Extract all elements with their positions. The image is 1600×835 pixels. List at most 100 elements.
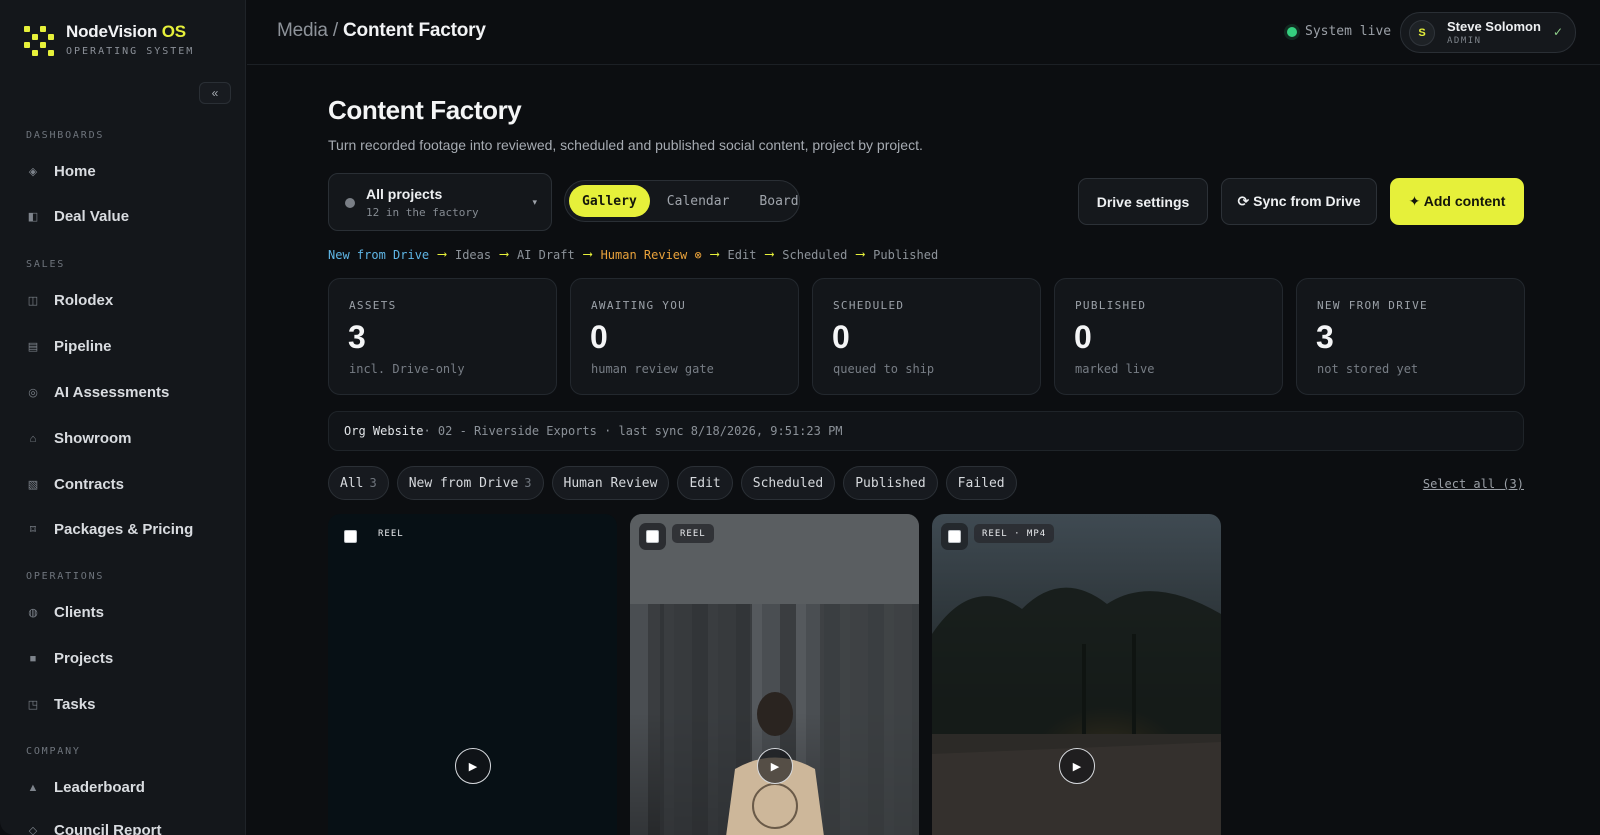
sidebar-item-council-report[interactable]: ◇ Council Report	[26, 822, 162, 835]
filter-chip-failed[interactable]: Failed	[945, 466, 1017, 500]
sidebar-item-deal-value[interactable]: ◧ Deal Value	[26, 208, 129, 225]
pipeline-flow: New from Drive ⟶ Ideas ⟶ AI Draft ⟶ Human R…	[328, 247, 938, 262]
arrow-right-icon: ⟶	[710, 247, 719, 262]
sidebar-item-clients[interactable]: ◍ Clients	[26, 604, 104, 621]
sidebar-item-pipeline[interactable]: ▤ Pipeline	[26, 338, 112, 355]
sidebar-item-label: Home	[54, 163, 96, 180]
sidebar-item-packages-pricing[interactable]: ⌑ Packages & Pricing	[26, 521, 193, 538]
stat-note: not stored yet	[1317, 362, 1419, 376]
chip-label: Published	[855, 475, 926, 491]
stat-note: human review gate	[591, 362, 714, 376]
task-square-icon: ◳	[27, 699, 39, 711]
stat-card-published: PUBLISHED 0 marked live	[1054, 278, 1283, 395]
arrow-right-icon: ⟶	[500, 247, 508, 262]
diamond-icon: ◈	[28, 166, 38, 178]
chip-count: 3	[524, 476, 532, 490]
sidebar-item-showroom[interactable]: ⌂ Showroom	[26, 430, 132, 447]
brand[interactable]: NodeVision OS OPERATING SYSTEM	[24, 22, 194, 58]
user-name: Steve Solomon	[1447, 19, 1541, 34]
sidebar-item-home[interactable]: ◈ Home	[26, 163, 96, 180]
pipeline-stage: Scheduled	[782, 247, 848, 262]
sidebar-item-contracts[interactable]: ▧ Contracts	[26, 476, 124, 493]
select-all-link[interactable]: Select all (3)	[1423, 477, 1524, 491]
stat-value: 0	[1074, 319, 1092, 355]
half-square-icon: ◧	[27, 211, 39, 223]
play-icon[interactable]: ▶	[455, 748, 491, 784]
pipeline-stage: Human Review ⊗	[600, 247, 702, 262]
stat-card-new-from-drive: NEW FROM DRIVE 3 not stored yet	[1296, 278, 1525, 395]
arrow-right-icon: ⟶	[856, 247, 865, 262]
stat-label: ASSETS	[349, 299, 397, 312]
sync-status-bar: Org Website · 02 - Riverside Exports · l…	[328, 411, 1524, 451]
page-subtitle: Turn recorded footage into reviewed, sch…	[328, 137, 923, 153]
sidebar-item-label: Packages & Pricing	[54, 521, 194, 538]
sync-from-drive-button[interactable]: ⟳ Sync from Drive	[1221, 178, 1377, 225]
sidebar-item-label: Leaderboard	[54, 779, 145, 796]
system-status-label: System live	[1305, 24, 1392, 39]
stat-note: marked live	[1075, 362, 1155, 376]
filter-chip-scheduled[interactable]: Scheduled	[740, 466, 836, 500]
tab-calendar[interactable]: Calendar	[654, 185, 743, 217]
view-toggle: Gallery Calendar Board	[564, 180, 800, 222]
filter-chip-published[interactable]: Published	[843, 466, 938, 500]
sidebar-item-ai-assessments[interactable]: ◎ AI Assessments	[26, 384, 169, 401]
play-icon[interactable]: ▶	[757, 748, 793, 784]
user-menu[interactable]: S Steve Solomon ADMIN ✓	[1400, 12, 1576, 53]
checkbox-icon	[948, 530, 961, 543]
chip-label: New from Drive	[408, 475, 519, 491]
stat-value: 3	[1316, 319, 1334, 355]
breadcrumb-parent[interactable]: Media /	[277, 20, 338, 41]
card-checkbox[interactable]	[941, 523, 968, 550]
add-content-button[interactable]: ✦ Add content	[1390, 178, 1524, 225]
tab-gallery[interactable]: Gallery	[569, 185, 650, 217]
pipeline-stage: New from Drive	[328, 247, 430, 262]
sidebar-item-label: AI Assessments	[54, 384, 170, 401]
card-type-tag: REEL	[378, 528, 404, 539]
drive-settings-button[interactable]: Drive settings	[1078, 178, 1208, 225]
pipeline-stage: Edit	[727, 247, 757, 262]
circle-dot-icon: ◍	[28, 607, 38, 619]
filter-chip-new-from-drive[interactable]: New from Drive 3	[396, 466, 544, 500]
card-checkbox[interactable]	[344, 530, 357, 543]
sidebar-item-leaderboard[interactable]: ▲ Leaderboard	[26, 779, 145, 796]
system-status: System live	[1287, 24, 1391, 39]
project-select[interactable]: All projects 12 in the factory ▾	[328, 173, 552, 231]
sidebar-item-projects[interactable]: ■ Projects	[26, 650, 114, 667]
sidebar-item-tasks[interactable]: ◳ Tasks	[26, 696, 96, 713]
content-card[interactable]: REEL · MP4 ▶	[932, 514, 1221, 835]
arrow-right-icon: ⟶	[438, 247, 446, 262]
chevron-down-icon: ▾	[532, 197, 537, 207]
square-icon: ■	[29, 652, 37, 665]
breadcrumb-current: Content Factory	[343, 20, 486, 41]
target-icon: ◎	[28, 387, 38, 399]
play-icon[interactable]: ▶	[1059, 748, 1095, 784]
topbar: Media / Content Factory System live S St…	[247, 0, 1600, 65]
filter-chip-human-review[interactable]: Human Review	[551, 466, 670, 500]
sidebar-item-rolodex[interactable]: ◫ Rolodex	[26, 292, 113, 309]
card-type-tag: REEL	[672, 524, 714, 543]
filter-chip-edit[interactable]: Edit	[677, 466, 733, 500]
filter-chip-all[interactable]: All 3	[328, 466, 389, 500]
sync-org: Org Website	[344, 424, 424, 438]
sidebar-item-label: Contracts	[54, 476, 125, 493]
arrow-right-icon: ⟶	[583, 247, 592, 262]
columns-icon: ◫	[27, 295, 39, 307]
project-dot-icon	[345, 198, 355, 208]
pipeline-stage: Ideas	[454, 247, 492, 262]
chip-label: Edit	[689, 475, 721, 491]
card-type-tag: REEL · MP4	[974, 524, 1055, 543]
sidebar-item-label: Showroom	[54, 430, 132, 447]
card-checkbox[interactable]	[639, 523, 666, 550]
sidebar-item-label: Projects	[54, 650, 114, 667]
nav-section-company: COMPANY	[26, 746, 81, 757]
content-card[interactable]: REEL ▶	[328, 514, 617, 835]
triangle-icon: ▲	[27, 781, 39, 794]
collapse-sidebar-button[interactable]: «	[199, 82, 231, 104]
breadcrumb: Media / Content Factory	[277, 20, 486, 42]
sync-details: · 02 - Riverside Exports · last sync 8/1…	[423, 424, 843, 438]
stat-value: 3	[348, 319, 366, 355]
content-card[interactable]: REEL ▶	[630, 514, 919, 835]
tab-board[interactable]: Board	[746, 185, 811, 217]
stat-value: 0	[832, 319, 850, 355]
check-icon: ✓	[1552, 25, 1563, 39]
